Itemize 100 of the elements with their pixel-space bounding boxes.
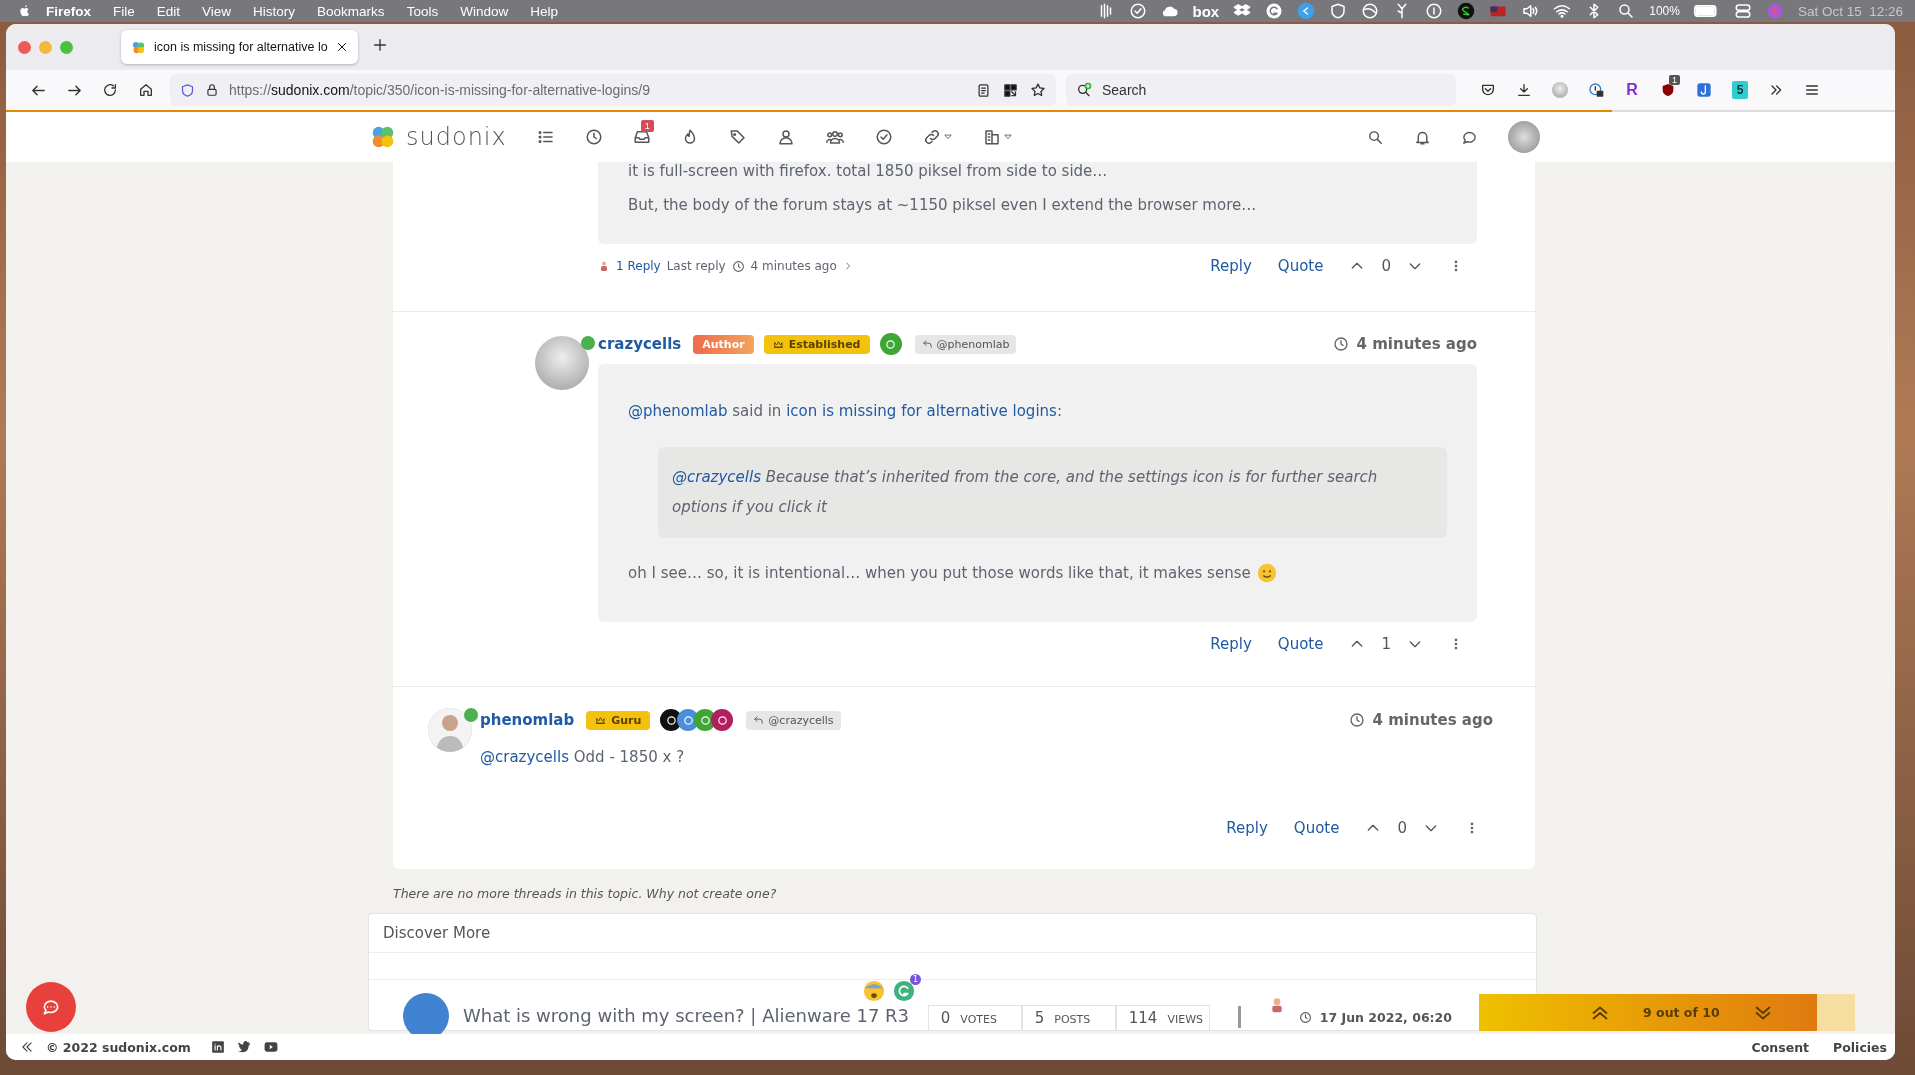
volume-icon[interactable] — [1521, 2, 1540, 20]
reply-link[interactable]: Reply — [1210, 257, 1252, 275]
extension-button[interactable]: 5 — [1732, 81, 1748, 99]
new-tab-icon[interactable] — [371, 37, 388, 53]
quote-link[interactable]: Quote — [1293, 819, 1340, 837]
pocket-icon[interactable] — [1480, 82, 1496, 98]
author-badge: Author — [693, 334, 754, 354]
close-icon[interactable] — [335, 41, 348, 53]
menu-item[interactable]: File — [102, 3, 146, 19]
grid-icon[interactable] — [1003, 82, 1018, 98]
app-menu[interactable]: Firefox — [32, 3, 102, 19]
user-avatar[interactable] — [535, 336, 589, 390]
buildings-icon[interactable] — [982, 128, 1001, 146]
letter-circle-icon[interactable] — [1457, 2, 1476, 20]
post-time[interactable]: 4 minutes ago — [1332, 335, 1477, 353]
reload-icon[interactable] — [102, 82, 118, 98]
reply-arrow-icon — [753, 714, 765, 726]
topic-end-notice: There are no more threads in this topic. Why not create one? — [393, 884, 778, 903]
footer-link[interactable]: Consent — [1751, 1039, 1810, 1055]
clock-icon — [731, 259, 745, 273]
search-icon[interactable] — [1367, 128, 1384, 146]
mention-link[interactable]: @crazycells — [480, 748, 569, 766]
users-icon[interactable] — [824, 128, 845, 146]
mention-link[interactable]: @crazycells — [672, 468, 761, 486]
clock-icon — [1298, 1010, 1312, 1024]
circle-slash-icon[interactable] — [1361, 2, 1380, 20]
quote-link[interactable]: Quote — [1277, 257, 1324, 275]
reply-link[interactable]: Reply — [1210, 635, 1252, 653]
footer-link[interactable]: Policies — [1833, 1039, 1887, 1055]
battery-percent[interactable]: 100% — [1649, 4, 1680, 18]
linkedin-icon[interactable] — [210, 1040, 225, 1054]
author-name[interactable]: crazycells — [598, 335, 682, 353]
menu-item[interactable]: History — [242, 3, 307, 19]
mention-link[interactable]: @phenomlab — [628, 402, 728, 420]
reply-arrow-icon — [921, 338, 933, 350]
shield-icon[interactable] — [1329, 2, 1348, 20]
author-name[interactable]: phenomlab — [480, 711, 575, 729]
reply-link[interactable]: Reply — [1226, 819, 1268, 837]
search-input[interactable]: Search — [1100, 81, 1404, 99]
link-icon[interactable] — [922, 128, 941, 146]
shield-icon — [180, 82, 195, 98]
gauge-icon[interactable] — [1588, 82, 1604, 98]
topic-avatar[interactable] — [403, 993, 449, 1034]
chat-bubble-icon — [41, 997, 61, 1017]
star-icon[interactable] — [1030, 82, 1046, 98]
search-field[interactable]: Search — [1066, 74, 1456, 106]
menu-item[interactable]: Edit — [145, 3, 192, 19]
menu-item[interactable]: Window — [449, 3, 520, 19]
post-text: @crazycells Odd - 1850 x ? — [480, 747, 686, 768]
search-add-icon — [1076, 82, 1092, 98]
app-status-label[interactable]: box — [1192, 2, 1220, 20]
close-window-button[interactable] — [18, 40, 31, 54]
pager-label: 9 out of 10 — [1643, 1005, 1720, 1020]
battery-icon[interactable] — [1693, 4, 1720, 18]
reader-view-icon[interactable] — [976, 82, 991, 98]
group-icon[interactable] — [711, 709, 734, 731]
search-icon[interactable] — [1617, 2, 1636, 20]
reply-to-chip[interactable]: @crazycells — [746, 710, 841, 730]
menu-item[interactable]: Tools — [395, 3, 450, 19]
menu-item[interactable]: Bookmarks — [306, 3, 396, 19]
tags-icon[interactable] — [728, 128, 747, 146]
inbox-icon[interactable] — [632, 128, 651, 146]
topic-link[interactable]: icon is missing for alternative logins — [786, 402, 1057, 420]
quote-link[interactable]: Quote — [1277, 635, 1324, 653]
address-bar[interactable]: https://sudonix.com/topic/350/icon-is-missing-for-alternative-logins/9 — [170, 74, 1056, 106]
wifi-icon[interactable] — [1553, 2, 1572, 20]
menu-item[interactable]: Help — [519, 3, 569, 19]
download-icon[interactable] — [1516, 82, 1532, 98]
arrow-circle-icon[interactable] — [1297, 2, 1316, 20]
rank-badge: Established — [763, 334, 870, 354]
user-avatar[interactable] — [428, 708, 472, 752]
note-icon[interactable] — [1696, 82, 1712, 98]
replies-link[interactable]: 1 Reply — [616, 259, 661, 273]
list-icon[interactable] — [536, 128, 555, 146]
reply-to-chip[interactable]: @phenomlab — [914, 334, 1017, 354]
last-reply-time[interactable]: 4 minutes ago — [750, 259, 837, 273]
home-icon[interactable] — [138, 82, 154, 98]
menu-item[interactable]: View — [191, 3, 243, 19]
menu-icon[interactable] — [1804, 82, 1820, 98]
circle-letter-icon[interactable] — [1265, 2, 1284, 20]
pinwheel-logo-icon[interactable] — [370, 124, 396, 150]
browser-tab[interactable]: icon is missing for alternative lo — [121, 30, 358, 64]
check-circle-icon[interactable] — [874, 128, 893, 146]
copyright-text: © 2022 sudonix.com — [46, 1039, 191, 1055]
lock-icon — [205, 83, 219, 97]
shield-icon[interactable] — [1660, 82, 1676, 98]
info-circle-icon[interactable] — [1425, 2, 1444, 20]
user-icon[interactable] — [776, 128, 795, 146]
site-logo-text[interactable]: sudonix — [406, 123, 507, 151]
post-time[interactable]: 4 minutes ago — [1348, 711, 1493, 729]
apple-logo-icon[interactable] — [18, 3, 32, 19]
topic-title[interactable]: What is wrong with my screen? | Alienware 17 R3 — [463, 1004, 910, 1026]
clock-icon[interactable] — [584, 128, 603, 146]
bird-icon[interactable] — [236, 1040, 251, 1054]
play-button-icon[interactable] — [262, 1040, 279, 1054]
collapse-chevrons-icon[interactable] — [20, 1040, 34, 1054]
toggle-icon[interactable] — [1733, 2, 1752, 20]
extension-button[interactable]: R — [1626, 81, 1638, 99]
check-circle-icon[interactable] — [1128, 2, 1147, 20]
chat-button[interactable] — [26, 982, 76, 1032]
